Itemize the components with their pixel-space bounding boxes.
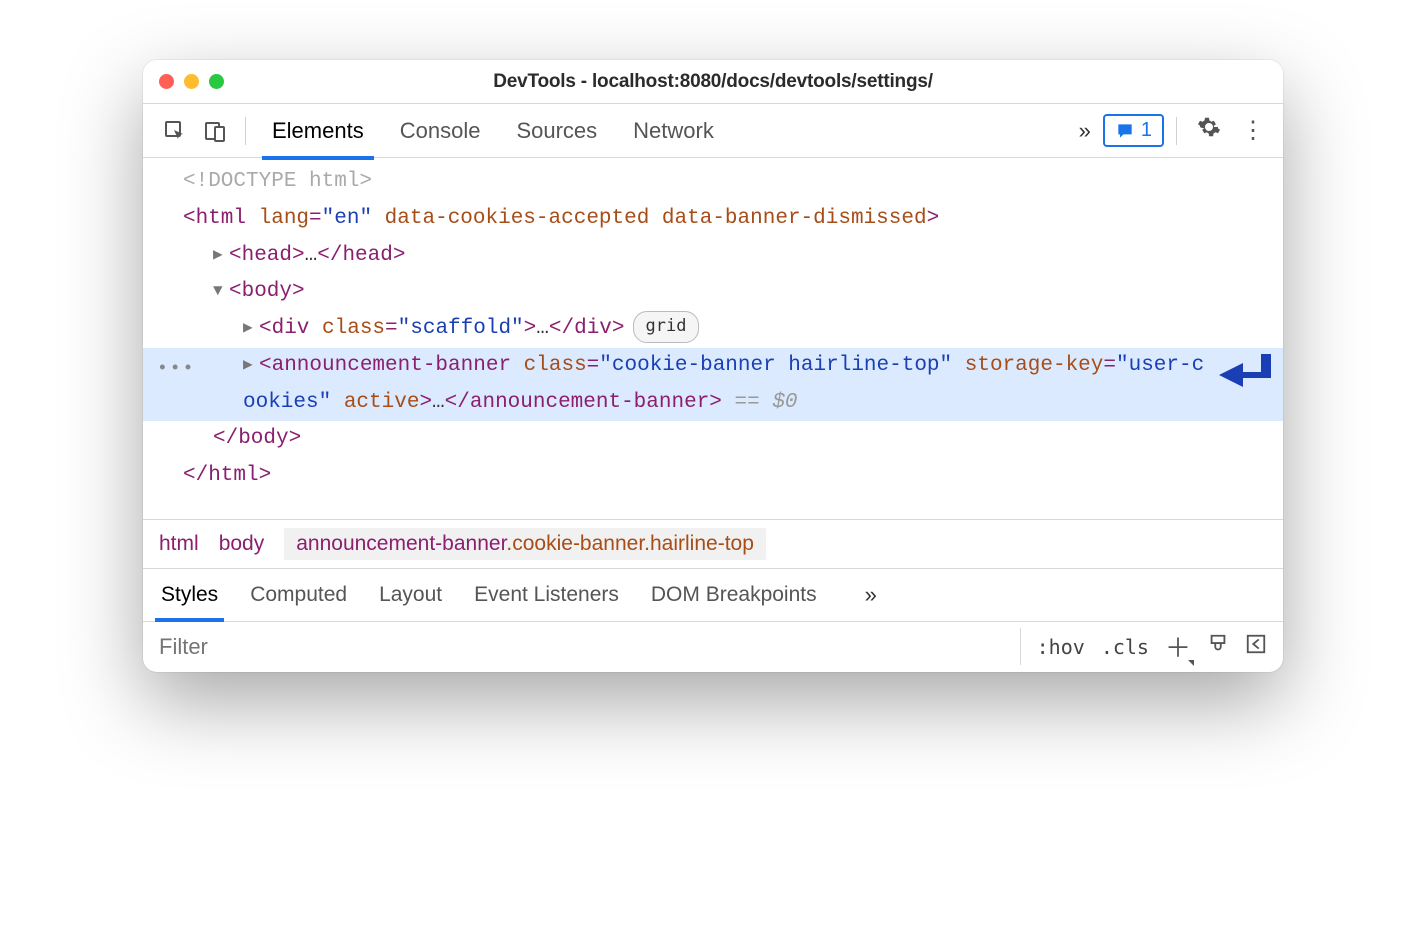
more-styles-tabs-icon[interactable]: »: [857, 582, 885, 608]
main-toolbar: Elements Console Sources Network » 1 ⋮: [143, 104, 1283, 158]
panel-tabs: Elements Console Sources Network: [268, 106, 718, 156]
tab-event-listeners[interactable]: Event Listeners: [472, 577, 621, 613]
computed-panel-icon[interactable]: [1245, 633, 1267, 660]
pointer-arrow-icon: [1219, 354, 1271, 415]
toolbar-separator: [1176, 117, 1177, 145]
select-element-icon[interactable]: [157, 113, 193, 149]
dom-doctype[interactable]: <!DOCTYPE html>: [143, 164, 1283, 201]
issues-badge[interactable]: 1: [1103, 114, 1164, 147]
dom-div-scaffold[interactable]: ▶<div class="scaffold">…</div>grid: [143, 311, 1283, 348]
tab-network[interactable]: Network: [629, 106, 718, 156]
cls-button[interactable]: .cls: [1101, 635, 1149, 659]
tab-dom-breakpoints[interactable]: DOM Breakpoints: [649, 577, 819, 613]
issues-icon: [1115, 121, 1135, 141]
paint-brush-icon[interactable]: [1207, 633, 1229, 660]
devtools-window: DevTools - localhost:8080/docs/devtools/…: [143, 60, 1283, 672]
minimize-window-button[interactable]: [184, 74, 199, 89]
tab-elements[interactable]: Elements: [268, 106, 368, 156]
device-toolbar-icon[interactable]: [197, 113, 233, 149]
styles-toolbar: :hov .cls ＋: [143, 622, 1283, 672]
settings-icon[interactable]: [1189, 115, 1229, 146]
styles-filter-input[interactable]: [143, 622, 1020, 672]
new-style-rule-icon[interactable]: ＋: [1165, 628, 1191, 665]
dom-head[interactable]: ▶<head>…</head>: [143, 238, 1283, 275]
traffic-lights: [159, 74, 224, 89]
styles-tabs: Styles Computed Layout Event Listeners D…: [143, 569, 1283, 622]
window-title: DevTools - localhost:8080/docs/devtools/…: [159, 71, 1267, 93]
dom-html-open[interactable]: <html lang="en" data-cookies-accepted da…: [143, 201, 1283, 238]
breadcrumb: html body announcement-banner.cookie-ban…: [143, 519, 1283, 569]
breadcrumb-body[interactable]: body: [219, 532, 265, 556]
hov-button[interactable]: :hov: [1037, 635, 1085, 659]
tab-console[interactable]: Console: [396, 106, 485, 156]
toolbar-separator: [245, 117, 246, 145]
breadcrumb-current[interactable]: announcement-banner.cookie-banner.hairli…: [284, 528, 766, 560]
more-tabs-icon[interactable]: »: [1071, 118, 1099, 144]
tab-styles[interactable]: Styles: [159, 577, 220, 613]
gutter-menu-icon[interactable]: •••: [157, 354, 195, 386]
expand-arrow-icon[interactable]: ▶: [243, 351, 257, 379]
breadcrumb-html[interactable]: html: [159, 532, 199, 556]
collapse-arrow-icon[interactable]: ▼: [213, 277, 227, 305]
grid-badge[interactable]: grid: [633, 311, 700, 343]
close-window-button[interactable]: [159, 74, 174, 89]
tab-layout[interactable]: Layout: [377, 577, 444, 613]
dom-html-close[interactable]: </html>: [143, 458, 1283, 495]
tab-computed[interactable]: Computed: [248, 577, 349, 613]
tab-sources[interactable]: Sources: [512, 106, 601, 156]
dom-tree[interactable]: <!DOCTYPE html> <html lang="en" data-coo…: [143, 158, 1283, 519]
dom-announcement-banner[interactable]: ••• ▶<announcement-banner class="cookie-…: [143, 348, 1283, 422]
dom-body-open[interactable]: ▼<body>: [143, 274, 1283, 311]
expand-arrow-icon[interactable]: ▶: [213, 241, 227, 269]
titlebar: DevTools - localhost:8080/docs/devtools/…: [143, 60, 1283, 104]
dom-body-close[interactable]: </body>: [143, 421, 1283, 458]
maximize-window-button[interactable]: [209, 74, 224, 89]
issues-count: 1: [1141, 119, 1152, 142]
more-options-icon[interactable]: ⋮: [1233, 116, 1273, 145]
expand-arrow-icon[interactable]: ▶: [243, 314, 257, 342]
